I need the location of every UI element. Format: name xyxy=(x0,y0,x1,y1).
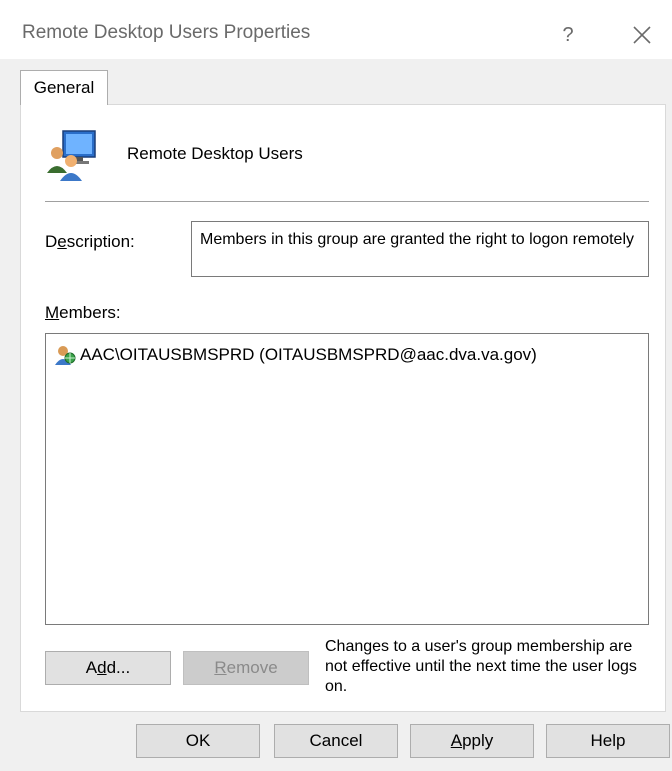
list-item[interactable]: AAC\OITAUSBMSPRD (OITAUSBMSPRD@aac.dva.v… xyxy=(54,344,537,366)
help-button[interactable]: Help xyxy=(546,724,670,758)
divider xyxy=(45,201,649,202)
domain-user-icon xyxy=(55,346,76,365)
apply-button[interactable]: Apply xyxy=(410,724,534,758)
membership-note: Changes to a user's group membership are… xyxy=(325,638,637,695)
close-icon xyxy=(633,26,651,44)
close-button[interactable] xyxy=(622,21,662,51)
window-title: Remote Desktop Users Properties xyxy=(22,22,311,43)
help-title-button[interactable]: ? xyxy=(548,21,588,51)
user-group-icon xyxy=(47,130,96,181)
remove-button[interactable]: Remove xyxy=(183,651,309,685)
cancel-button[interactable]: Cancel xyxy=(274,724,398,758)
description-field[interactable]: Members in this group are granted the ri… xyxy=(191,221,649,277)
members-list[interactable]: AAC\OITAUSBMSPRD (OITAUSBMSPRD@aac.dva.v… xyxy=(45,333,649,625)
description-label: Description: xyxy=(45,232,135,251)
tab-general[interactable]: General xyxy=(20,70,108,105)
members-label: Members: xyxy=(45,303,121,322)
add-button[interactable]: Add... xyxy=(45,651,171,685)
general-panel: Remote Desktop Users Description: Member… xyxy=(20,104,666,712)
member-text: AAC\OITAUSBMSPRD (OITAUSBMSPRD@aac.dva.v… xyxy=(80,345,537,364)
group-name: Remote Desktop Users xyxy=(127,144,303,163)
title-bar: Remote Desktop Users Properties ? xyxy=(0,9,672,59)
ok-button[interactable]: OK xyxy=(136,724,260,758)
